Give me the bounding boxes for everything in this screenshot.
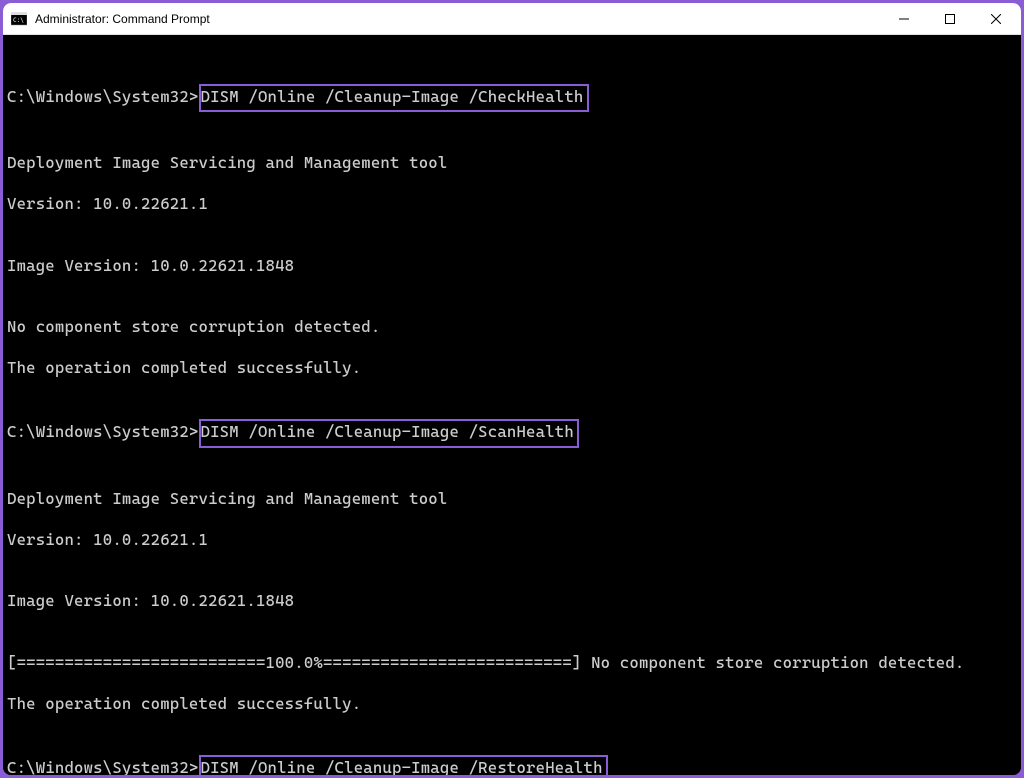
- minimize-button[interactable]: [881, 3, 927, 34]
- dism-version: Version: 10.0.22621.1: [7, 194, 1017, 214]
- terminal-output[interactable]: C:\Windows\System32>DISM /Online /Cleanu…: [3, 35, 1021, 775]
- status-line: No component store corruption detected.: [7, 317, 1017, 337]
- prompt: C:\Windows\System32>: [7, 87, 199, 106]
- dism-header: Deployment Image Servicing and Managemen…: [7, 489, 1017, 509]
- command-line: C:\Windows\System32>DISM /Online /Cleanu…: [7, 419, 1017, 447]
- window-controls: [881, 3, 1019, 34]
- highlighted-command-2: DISM /Online /Cleanup-Image /ScanHealth: [199, 419, 579, 447]
- window-title: Administrator: Command Prompt: [35, 12, 881, 26]
- highlighted-command-1: DISM /Online /Cleanup-Image /CheckHealth: [199, 84, 589, 112]
- command-line: C:\Windows\System32>DISM /Online /Cleanu…: [7, 755, 1017, 775]
- highlighted-command-3: DISM /Online /Cleanup-Image /RestoreHeal…: [199, 755, 608, 775]
- svg-text:C:\: C:\: [13, 17, 24, 24]
- command-line: C:\Windows\System32>DISM /Online /Cleanu…: [7, 84, 1017, 112]
- prompt: C:\Windows\System32>: [7, 758, 199, 775]
- dism-version: Version: 10.0.22621.1: [7, 530, 1017, 550]
- dism-header: Deployment Image Servicing and Managemen…: [7, 153, 1017, 173]
- progress-line: [==========================100.0%=======…: [7, 653, 1017, 673]
- status-line: The operation completed successfully.: [7, 358, 1017, 378]
- image-version: Image Version: 10.0.22621.1848: [7, 591, 1017, 611]
- command-prompt-window: C:\ Administrator: Command Prompt C:\Win…: [3, 3, 1021, 775]
- maximize-button[interactable]: [927, 3, 973, 34]
- close-button[interactable]: [973, 3, 1019, 34]
- prompt: C:\Windows\System32>: [7, 422, 199, 441]
- image-version: Image Version: 10.0.22621.1848: [7, 256, 1017, 276]
- title-bar[interactable]: C:\ Administrator: Command Prompt: [3, 3, 1021, 35]
- status-line: The operation completed successfully.: [7, 694, 1017, 714]
- cmd-icon: C:\: [11, 11, 27, 27]
